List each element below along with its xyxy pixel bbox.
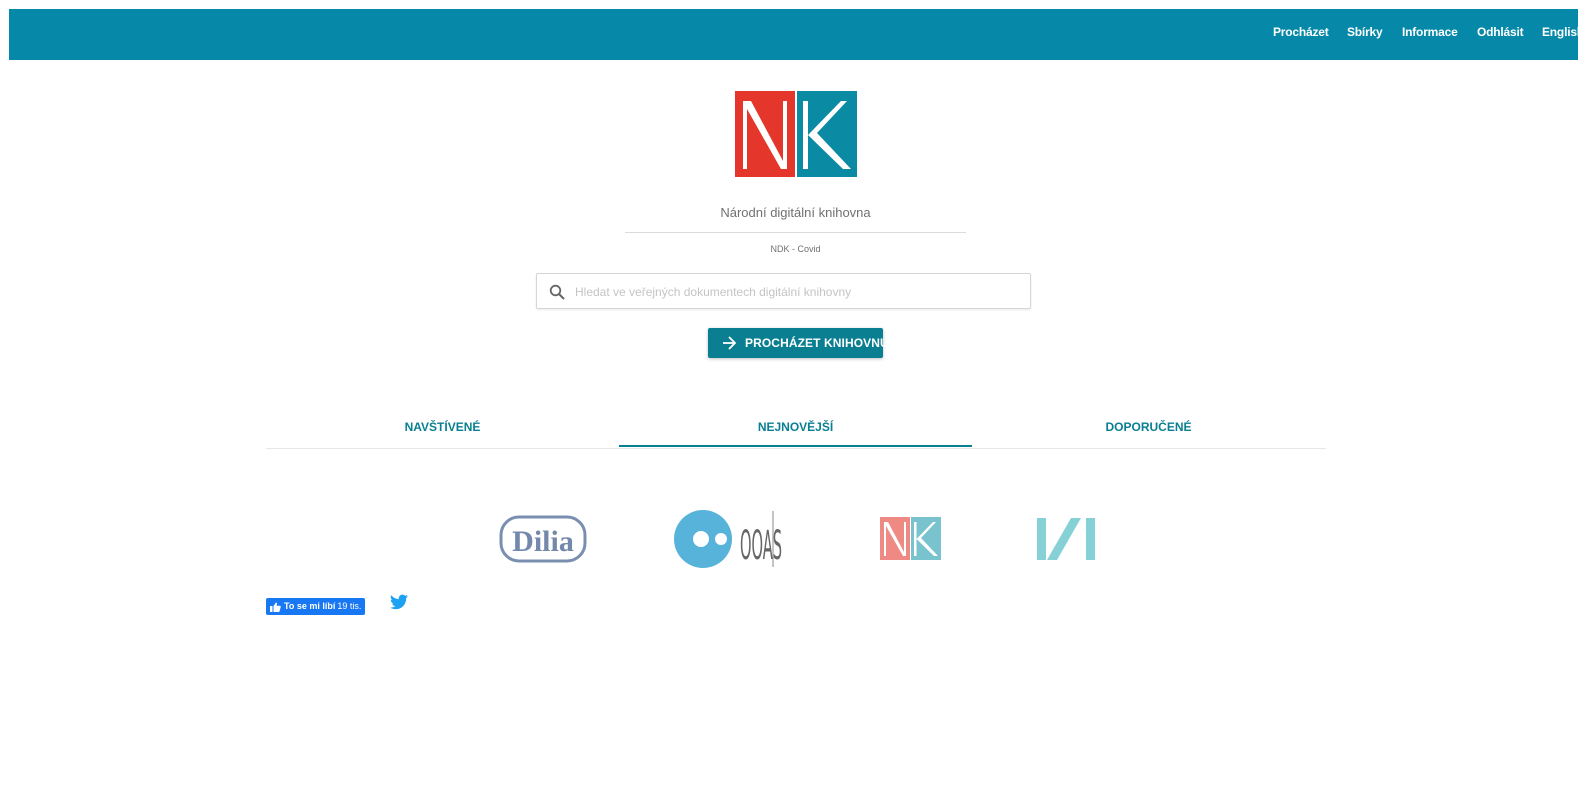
thumbs-up-icon	[270, 602, 281, 612]
arrow-right-icon	[723, 336, 737, 350]
svg-text:Dilia: Dilia	[512, 525, 574, 558]
site-subtitle: NDK - Covid	[770, 244, 821, 254]
nav-link-sbirky[interactable]: Sbírky	[1347, 9, 1383, 55]
twitter-bird-icon[interactable]	[390, 594, 408, 610]
browse-library-label: PROCHÁZET KNIHOVNU	[745, 336, 889, 350]
collection-nk-logo[interactable]	[880, 517, 941, 560]
facebook-like-button[interactable]: To se mi líbí 19 tis.	[266, 598, 366, 615]
nk-logo	[735, 91, 857, 177]
main-nav: Procházet Sbírky Informace Odhlásit Engl…	[9, 9, 1578, 60]
nav-link-language[interactable]: English	[1542, 9, 1578, 55]
search-input[interactable]	[573, 274, 1017, 310]
nav-link-informace[interactable]: Informace	[1402, 9, 1458, 55]
site-title: Národní digitální knihovna	[720, 205, 871, 220]
facebook-like-label: To se mi líbí	[284, 601, 336, 611]
nav-link-prochazet[interactable]: Procházet	[1273, 9, 1329, 55]
tab-recommended[interactable]: DOPORUČENÉ	[972, 407, 1325, 447]
collection-ooas-logo[interactable]: OOAS	[673, 509, 787, 569]
collection-ivi-logo[interactable]	[1035, 518, 1097, 560]
collections-tabs: NAVŠTÍVENÉ NEJNOVĚJŠÍ DOPORUČENÉ	[266, 407, 1326, 449]
browse-library-button[interactable]: PROCHÁZET KNIHOVNU	[708, 328, 889, 358]
top-navigation-bar: Procházet Sbírky Informace Odhlásit Engl…	[9, 9, 1578, 60]
svg-text:OOAS: OOAS	[740, 523, 782, 569]
title-divider	[625, 232, 966, 233]
search-icon	[549, 284, 565, 300]
search-box	[536, 273, 1031, 310]
nav-link-odhlasit[interactable]: Odhlásit	[1477, 9, 1524, 55]
facebook-like-count: 19 tis.	[337, 601, 362, 611]
tab-newest[interactable]: NEJNOVĚJŠÍ	[619, 407, 972, 447]
collection-dilia-logo[interactable]: Dilia	[499, 512, 587, 566]
tab-visited[interactable]: NAVŠTÍVENÉ	[266, 407, 619, 447]
language-switch-clip: English	[1542, 9, 1578, 60]
